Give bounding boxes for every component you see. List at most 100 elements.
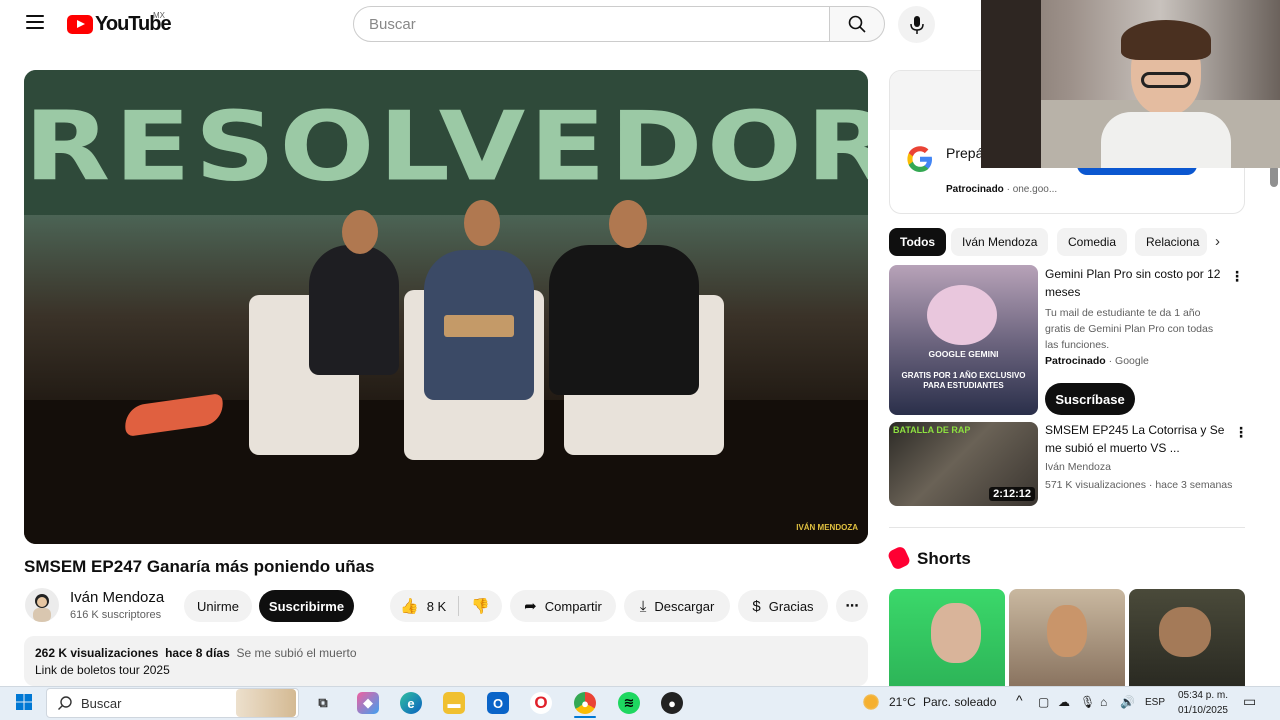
taskbar-search-icon xyxy=(57,695,73,716)
weather-temperature[interactable]: 21°C xyxy=(889,695,916,709)
section-divider xyxy=(889,527,1245,528)
join-label: Unirme xyxy=(197,598,239,614)
weather-description[interactable]: Parc. soleado xyxy=(923,695,996,709)
subscriber-count: 616 K suscriptores xyxy=(70,609,162,621)
ad-sponsored-label: Patrocinado xyxy=(946,184,1004,195)
chip-relacionados[interactable]: Relaciona xyxy=(1135,228,1207,256)
like-icon[interactable]: 👍 xyxy=(400,597,419,615)
thumb-text: BATALLA DE RAP xyxy=(893,425,971,435)
avatar-image xyxy=(33,594,51,622)
spotify-icon[interactable]: ≋ xyxy=(618,692,640,714)
thumb-headline: GOOGLE GEMINI xyxy=(928,349,999,359)
host-center-head xyxy=(464,200,500,246)
related-views: 571 K visualizaciones xyxy=(1045,479,1146,491)
related-age: hace 3 semanas xyxy=(1155,479,1233,491)
notifications-icon[interactable]: ▭ xyxy=(1243,693,1256,710)
description-box[interactable]: 262 K visualizaciones hace 8 días Se me … xyxy=(24,636,868,686)
dislike-icon[interactable]: 👎 xyxy=(471,597,490,615)
country-code: MX xyxy=(153,11,165,20)
chip-label: Todos xyxy=(900,235,936,249)
webcam-hair xyxy=(1121,20,1211,60)
share-button[interactable]: ➦ Compartir xyxy=(510,590,616,622)
short-face xyxy=(1047,605,1087,657)
host-left-head xyxy=(342,210,378,254)
chrome-icon[interactable]: ● xyxy=(574,692,596,714)
short-thumbnail[interactable] xyxy=(889,589,1005,686)
task-view-icon[interactable]: ⧉ xyxy=(312,692,334,714)
axolotl-figure xyxy=(927,285,997,345)
more-icon: ⋯ xyxy=(845,598,859,613)
join-button[interactable]: Unirme xyxy=(184,590,252,622)
file-explorer-icon[interactable]: ▬ xyxy=(443,692,465,714)
related-stats: 571 K visualizaciones · hace 3 semanas xyxy=(1045,479,1233,491)
youtube-play-icon xyxy=(67,15,93,34)
menu-icon[interactable] xyxy=(26,15,44,29)
shorts-heading: Shorts xyxy=(917,549,971,568)
related-advertiser: Google xyxy=(1115,355,1149,367)
app-record-icon[interactable]: ● xyxy=(661,692,683,714)
subscribe-cta-button[interactable]: Suscríbase xyxy=(1045,383,1135,415)
more-options-icon[interactable]: ⋮ xyxy=(1230,268,1244,285)
channel-avatar[interactable] xyxy=(25,588,59,622)
volume-icon[interactable]: 🔊 xyxy=(1120,695,1135,709)
hashtag-link[interactable]: Se me subió el muerto xyxy=(236,646,356,660)
shorts-icon xyxy=(886,545,912,571)
related-thumbnail[interactable]: GOOGLE GEMINI GRATIS POR 1 AÑO EXCLUSIVO… xyxy=(889,265,1038,415)
video-duration: 2:12:12 xyxy=(989,487,1035,501)
box-prop xyxy=(444,315,514,337)
view-count: 262 K visualizaciones xyxy=(35,646,159,660)
channel-watermark: IVÁN MENDOZA xyxy=(796,523,858,532)
subscribe-label: Suscribirme xyxy=(268,598,345,614)
ad-sponsor-line: Patrocinado · one.goo... xyxy=(946,184,1058,195)
language-indicator[interactable]: ESP xyxy=(1145,697,1165,708)
youtube-logo[interactable]: YouTube MX xyxy=(67,11,172,36)
search-input[interactable]: Buscar xyxy=(353,6,830,42)
short-thumbnail[interactable] xyxy=(1129,589,1245,686)
search-button[interactable] xyxy=(829,6,885,42)
related-thumbnail[interactable]: BATALLA DE RAP 2:12:12 xyxy=(889,422,1038,506)
battery-saver-icon[interactable]: ▢ xyxy=(1038,695,1049,709)
scrollbar-thumb[interactable] xyxy=(1270,165,1278,187)
microphone-tray-icon[interactable]: 🎙 xyxy=(1080,695,1095,709)
download-icon: ⤓ xyxy=(639,597,647,615)
video-title: SMSEM EP247 Ganaría más poniendo uñas xyxy=(24,557,375,576)
host-left xyxy=(309,245,399,375)
chip-comedia[interactable]: Comedia xyxy=(1057,228,1128,256)
related-channel[interactable]: Iván Mendoza xyxy=(1045,459,1111,475)
description-text: Link de boletos tour 2025 xyxy=(35,663,170,677)
microphone-icon xyxy=(909,15,924,34)
related-title[interactable]: SMSEM EP245 La Cotorrisa y Se me subió e… xyxy=(1045,421,1225,457)
chevron-right-icon[interactable]: › xyxy=(1215,233,1220,250)
host-right-head xyxy=(609,200,647,248)
opera-icon[interactable]: O xyxy=(530,692,552,714)
outlook-icon[interactable]: O xyxy=(487,692,509,714)
subscribe-button[interactable]: Suscribirme xyxy=(259,590,354,622)
windows-start-icon[interactable] xyxy=(14,692,36,714)
chip-label: Comedia xyxy=(1068,235,1117,249)
webcam-dark-wall xyxy=(981,0,1041,168)
network-icon[interactable]: ⌂ xyxy=(1100,695,1107,709)
edge-icon[interactable]: e xyxy=(400,692,422,714)
download-button[interactable]: ⤓ Descargar xyxy=(624,590,730,622)
chevron-up-icon[interactable]: ^ xyxy=(1016,692,1023,708)
cta-label: Suscríbase xyxy=(1055,391,1125,407)
like-count[interactable]: 8 K xyxy=(427,599,447,614)
voice-search-button[interactable] xyxy=(898,6,935,43)
thanks-button[interactable]: $ Gracias xyxy=(738,590,828,622)
chip-ivan-mendoza[interactable]: Iván Mendoza xyxy=(951,228,1049,256)
related-sponsored-label: Patrocinado xyxy=(1045,355,1106,367)
video-player[interactable]: RESOLVEDORES IVÁN MENDOZA xyxy=(24,70,868,544)
like-divider xyxy=(458,596,460,616)
system-clock[interactable]: 05:34 p. m. 01/10/2025 xyxy=(1173,688,1228,718)
more-actions-button[interactable]: ⋯ xyxy=(836,590,868,622)
ad-domain: one.goo... xyxy=(1012,184,1058,195)
channel-name[interactable]: Iván Mendoza xyxy=(70,589,164,606)
chip-todos[interactable]: Todos xyxy=(889,228,947,256)
copilot-icon[interactable]: ◆ xyxy=(357,692,379,714)
more-options-icon[interactable]: ⋮ xyxy=(1234,424,1248,441)
short-thumbnail[interactable] xyxy=(1009,589,1125,686)
like-dislike-group: 👍 8 K 👎 xyxy=(390,590,502,622)
related-title[interactable]: Gemini Plan Pro sin costo por 12 meses xyxy=(1045,265,1225,301)
onedrive-icon[interactable]: ☁ xyxy=(1058,695,1070,709)
scrollbar-track[interactable] xyxy=(1266,160,1280,685)
